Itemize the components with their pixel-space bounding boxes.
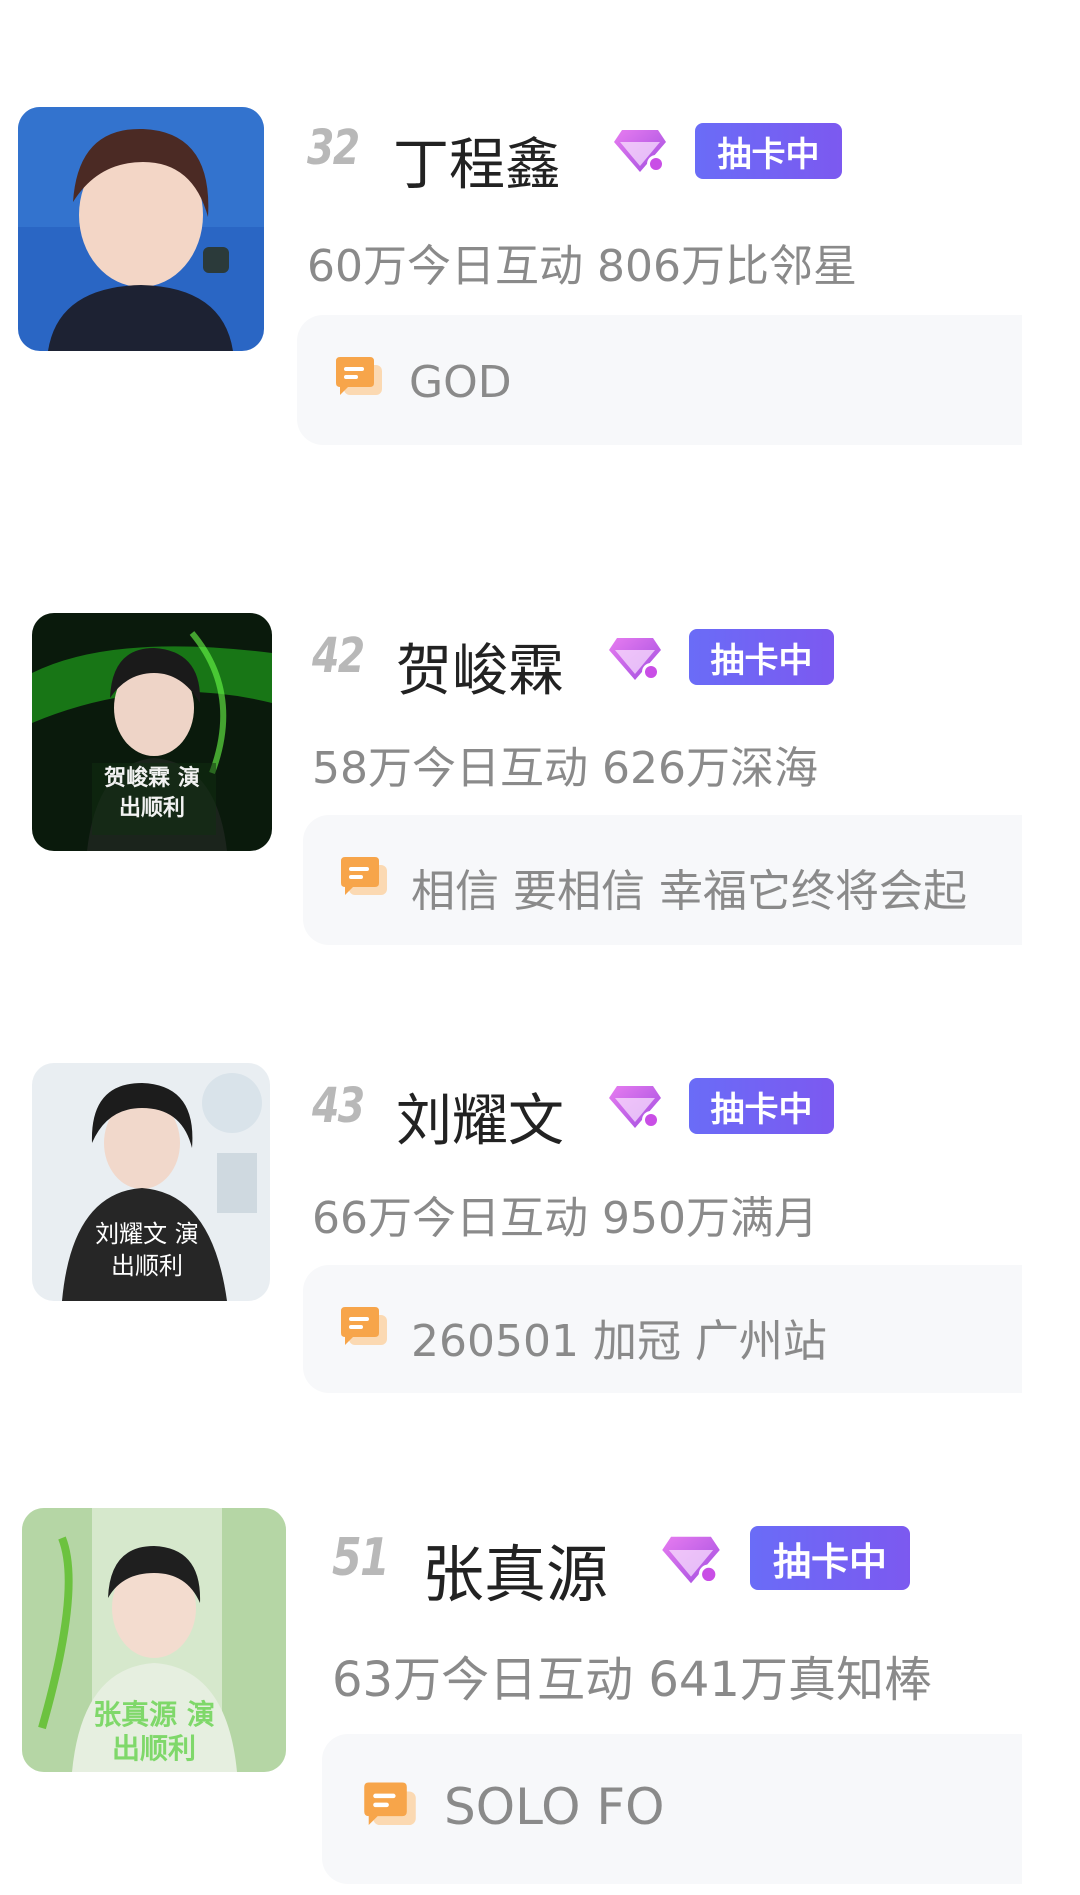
- status-badge: 抽卡中: [689, 1078, 834, 1134]
- artist-name[interactable]: 丁程鑫: [393, 120, 561, 201]
- artist-name[interactable]: 刘耀文: [396, 1076, 564, 1157]
- avatar[interactable]: 贺峻霖 演出顺利: [32, 613, 272, 851]
- artist-name[interactable]: 张真源: [422, 1524, 608, 1614]
- chat-bubble-icon: [362, 1780, 418, 1832]
- comment-text: GOD: [409, 357, 512, 408]
- chat-bubble-icon: [339, 1305, 389, 1351]
- avatar-caption: 张真源 演出顺利: [93, 1698, 215, 1765]
- status-badge: 抽卡中: [695, 123, 842, 179]
- avatar[interactable]: 张真源 演出顺利: [22, 1508, 286, 1772]
- diamond-icon: [660, 1532, 722, 1588]
- stats-text: 60万今日互动 806万比邻星: [307, 241, 857, 292]
- chat-bubble-icon: [334, 355, 384, 401]
- diamond-icon: [607, 634, 663, 684]
- avatar-caption: 贺峻霖 演出顺利: [104, 765, 200, 821]
- avatar-caption: 刘耀文 演出顺利: [95, 1220, 199, 1280]
- stats-text: 66万今日互动 950万满月: [312, 1193, 818, 1244]
- rank-number: 42: [312, 628, 365, 684]
- chat-bubble-icon: [339, 855, 389, 901]
- artist-name[interactable]: 贺峻霖: [396, 626, 564, 707]
- comment-box[interactable]: GOD: [297, 315, 1022, 445]
- stats-text: 63万今日互动 641万真知棒: [332, 1652, 932, 1708]
- rank-number: 51: [332, 1528, 390, 1588]
- rank-number: 43: [312, 1078, 365, 1134]
- list-item[interactable]: 张真源 演出顺利 51 张真源 抽卡中 63万今日互动 641万真知棒 SOLO…: [0, 1360, 1080, 1895]
- diamond-icon: [612, 126, 668, 176]
- list-item[interactable]: 贺峻霖 演出顺利 42 贺峻霖 抽卡中 58万今日互动 626万深海 相信 要相…: [0, 460, 1080, 945]
- status-badge: 抽卡中: [689, 629, 834, 685]
- list-item[interactable]: 刘耀文 演出顺利 43 刘耀文 抽卡中 66万今日互动 950万满月 26050…: [0, 910, 1080, 1393]
- comment-box[interactable]: SOLO FO: [322, 1734, 1022, 1884]
- stats-text: 58万今日互动 626万深海: [312, 743, 818, 794]
- rank-number: 32: [307, 120, 360, 176]
- avatar[interactable]: [18, 107, 264, 351]
- status-badge: 抽卡中: [750, 1526, 910, 1590]
- list-item[interactable]: 32 丁程鑫 抽卡中 60万今日互动 806万比邻星 GOD: [0, 0, 1080, 460]
- comment-text: SOLO FO: [444, 1778, 665, 1836]
- diamond-icon: [607, 1082, 663, 1132]
- avatar[interactable]: 刘耀文 演出顺利: [32, 1063, 270, 1301]
- ranking-list: 32 丁程鑫 抽卡中 60万今日互动 806万比邻星 GOD 贺峻霖 演出顺利 …: [0, 0, 1080, 1895]
